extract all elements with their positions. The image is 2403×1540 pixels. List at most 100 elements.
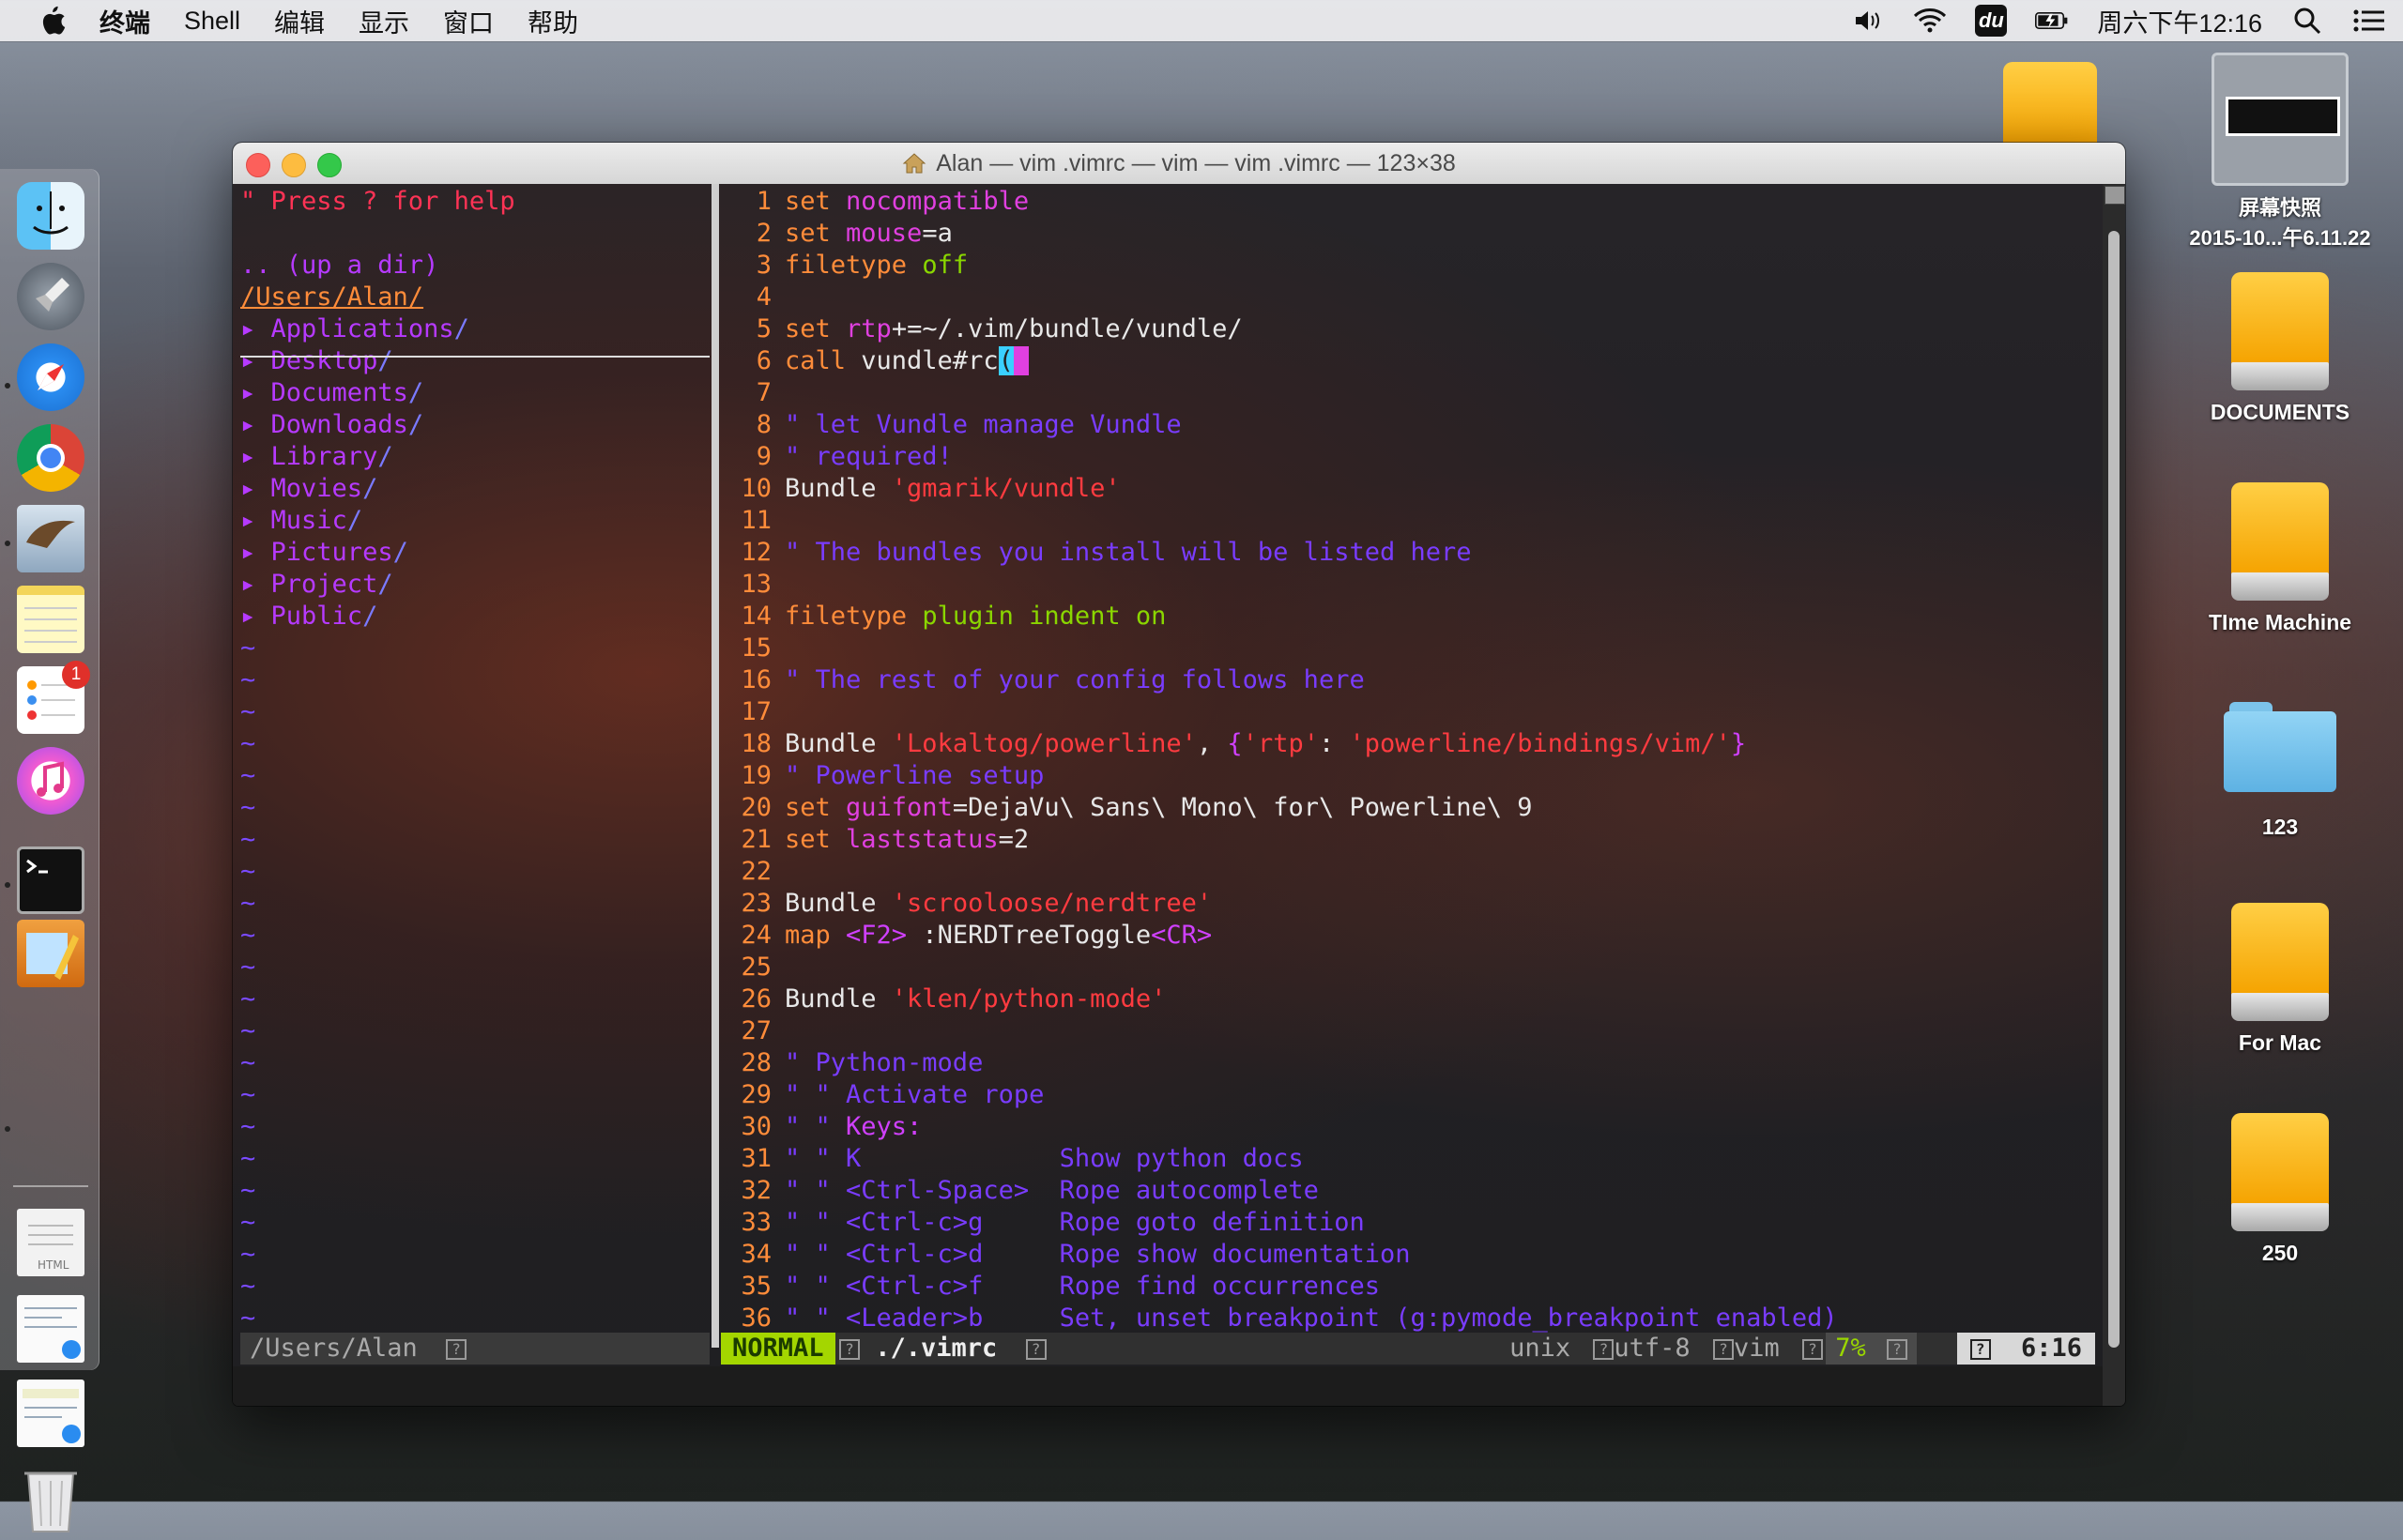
code-line[interactable]: 32 " " <Ctrl-Space> Rope autocomplete (730, 1175, 1318, 1207)
code-line[interactable]: 25 (730, 952, 785, 983)
empty-line-tilde: ~ (240, 888, 255, 920)
finder-icon[interactable] (17, 182, 84, 250)
scroll-thumb[interactable] (2108, 231, 2120, 1348)
minimize-button[interactable] (282, 153, 306, 177)
code-line[interactable]: 21 set laststatus=2 (730, 824, 1029, 856)
nerdtree-help-line[interactable]: " Press ? for help (240, 186, 515, 218)
code-line[interactable]: 9 " required! (730, 441, 953, 473)
code-line[interactable]: 30 " " Keys: (730, 1111, 922, 1143)
empty-line-tilde: ~ (240, 1143, 255, 1175)
code-line[interactable]: 36 " " <Leader>b Set, unset breakpoint (g… (730, 1303, 1837, 1334)
clock[interactable]: 周六下午12:16 (2097, 3, 2262, 39)
menu-terminal[interactable]: 终端 (99, 3, 150, 39)
nerdtree-dir-item[interactable]: ▸ Project/ (240, 569, 393, 601)
code-line[interactable]: 20 set guifont=DejaVu\ Sans\ Mono\ for\ P… (730, 792, 1532, 824)
mail-icon[interactable] (17, 505, 84, 572)
code-line[interactable]: 12 " The bundles you install will be list… (730, 537, 1471, 569)
nerdtree-pane[interactable]: " Press ? for help .. (up a dir)/Users/Al… (233, 184, 708, 1406)
code-line[interactable]: 35 " " <Ctrl-c>f Rope find occurrences (730, 1271, 1379, 1303)
reminders-icon[interactable]: 1 (17, 661, 90, 734)
doc-file-icon[interactable] (17, 1295, 84, 1363)
nerdtree-dir-item[interactable]: ▸ Documents/ (240, 377, 423, 409)
menu-view[interactable]: 显示 (359, 3, 409, 39)
desktop-item-250[interactable]: 250 (2181, 1113, 2379, 1266)
code-line[interactable]: 14 filetype plugin indent on (730, 601, 1166, 633)
menu-window[interactable]: 窗口 (443, 3, 494, 39)
scroll-up-button[interactable] (2105, 186, 2125, 205)
code-line[interactable]: 10 Bundle 'gmarik/vundle' (730, 473, 1120, 505)
code-line[interactable]: 29 " " Activate rope (730, 1079, 1044, 1111)
volume-icon[interactable] (1851, 7, 1885, 35)
code-line[interactable]: 17 (730, 696, 785, 728)
desktop-item-screenshot[interactable]: 屏幕快照 2015-10...午6.11.22 (2181, 53, 2379, 252)
code-token: 'rtp' (1242, 729, 1319, 758)
code-line[interactable]: 7 (730, 377, 785, 409)
code-line[interactable]: 27 (730, 1015, 785, 1047)
doc-file-icon[interactable] (17, 1380, 84, 1447)
battery-icon[interactable] (2035, 7, 2069, 35)
nerdtree-cwd[interactable]: /Users/Alan/ (240, 282, 423, 313)
code-line[interactable]: 34 " " <Ctrl-c>d Rope show documentation (730, 1239, 1410, 1271)
desktop-item-documents[interactable]: DOCUMENTS (2181, 272, 2379, 425)
code-line[interactable]: 3 filetype off (730, 250, 968, 282)
dir-name: Documents (270, 378, 408, 407)
terminal-icon[interactable] (17, 846, 84, 914)
wifi-icon[interactable] (1913, 7, 1947, 35)
split-divider[interactable] (712, 184, 719, 1348)
code-line[interactable]: 31 " " K Show python docs (730, 1143, 1303, 1175)
code-line[interactable]: 6 call vundle#rc() (730, 345, 1030, 377)
dir-name: Pictures (270, 538, 393, 567)
code-line[interactable]: 1 set nocompatible (730, 186, 1029, 218)
menu-help[interactable]: 帮助 (528, 3, 578, 39)
menu-shell[interactable]: Shell (184, 7, 240, 36)
external-drive-icon[interactable] (2003, 62, 2097, 146)
nerdtree-dir-item[interactable]: ▸ Library/ (240, 441, 393, 473)
nerdtree-dir-item[interactable]: ▸ Pictures/ (240, 537, 408, 569)
command-line[interactable] (233, 1366, 2103, 1406)
code-line[interactable]: 18 Bundle 'Lokaltog/powerline', {'rtp': '… (730, 728, 1746, 760)
zoom-button[interactable] (317, 153, 342, 177)
spotlight-search-icon[interactable] (2290, 7, 2324, 35)
code-line[interactable]: 33 " " <Ctrl-c>g Rope goto definition (730, 1207, 1364, 1239)
vertical-scrollbar[interactable] (2103, 184, 2125, 1406)
nerdtree-dir-item[interactable]: ▸ Applications/ (240, 313, 469, 345)
nerdtree-dir-item[interactable]: ▸ Downloads/ (240, 409, 423, 441)
safari-icon[interactable] (17, 343, 84, 411)
code-line[interactable]: 24 map <F2> :NERDTreeToggle<CR> (730, 920, 1212, 952)
nerdtree-up-dir[interactable]: .. (up a dir) (240, 250, 438, 282)
window-titlebar[interactable]: Alan — vim .vimrc — vim — vim .vimrc — 1… (233, 143, 2125, 185)
chrome-icon[interactable] (17, 424, 84, 492)
nerdtree-dir-item[interactable]: ▸ Movies/ (240, 473, 377, 505)
code-line[interactable]: 4 (730, 282, 785, 313)
desktop-item-time-machine[interactable]: TIme Machine (2181, 482, 2379, 635)
close-button[interactable] (246, 153, 270, 177)
code-line[interactable]: 13 (730, 569, 785, 601)
terminal-content[interactable]: " Press ? for help .. (up a dir)/Users/Al… (233, 184, 2125, 1406)
desktop-item-for-mac[interactable]: For Mac (2181, 903, 2379, 1056)
code-line[interactable]: 5 set rtp+=~/.vim/bundle/vundle/ (730, 313, 1243, 345)
code-line[interactable]: 23 Bundle 'scrooloose/nerdtree' (730, 888, 1212, 920)
code-line[interactable]: 8 " let Vundle manage Vundle (730, 409, 1182, 441)
code-line[interactable]: 26 Bundle 'klen/python-mode' (730, 983, 1166, 1015)
itunes-icon[interactable] (17, 747, 84, 815)
preview-icon[interactable] (17, 920, 84, 987)
menu-edit[interactable]: 编辑 (274, 3, 325, 39)
notification-center-icon[interactable] (2352, 7, 2386, 35)
desktop-item-folder-123[interactable]: 123 (2181, 702, 2379, 840)
nerdtree-dir-item[interactable]: ▸ Public/ (240, 601, 377, 633)
nerdtree-dir-item[interactable]: ▸ Desktop/ (240, 345, 393, 377)
code-line[interactable]: 28 " Python-mode (730, 1047, 983, 1079)
code-line[interactable]: 2 set mouse=a (730, 218, 953, 250)
apple-icon[interactable] (38, 5, 68, 37)
du-app-icon[interactable]: du (1975, 5, 2008, 37)
html-file-icon[interactable]: HTML (17, 1209, 84, 1276)
trash-icon[interactable] (17, 1460, 84, 1532)
code-line[interactable]: 22 (730, 856, 785, 888)
code-line[interactable]: 19 " Powerline setup (730, 760, 1044, 792)
code-line[interactable]: 11 (730, 505, 785, 537)
launchpad-icon[interactable] (17, 263, 84, 330)
notes-icon[interactable] (17, 586, 84, 653)
code-line[interactable]: 15 (730, 633, 785, 664)
nerdtree-dir-item[interactable]: ▸ Music/ (240, 505, 362, 537)
code-line[interactable]: 16 " The rest of your config follows here (730, 664, 1364, 696)
